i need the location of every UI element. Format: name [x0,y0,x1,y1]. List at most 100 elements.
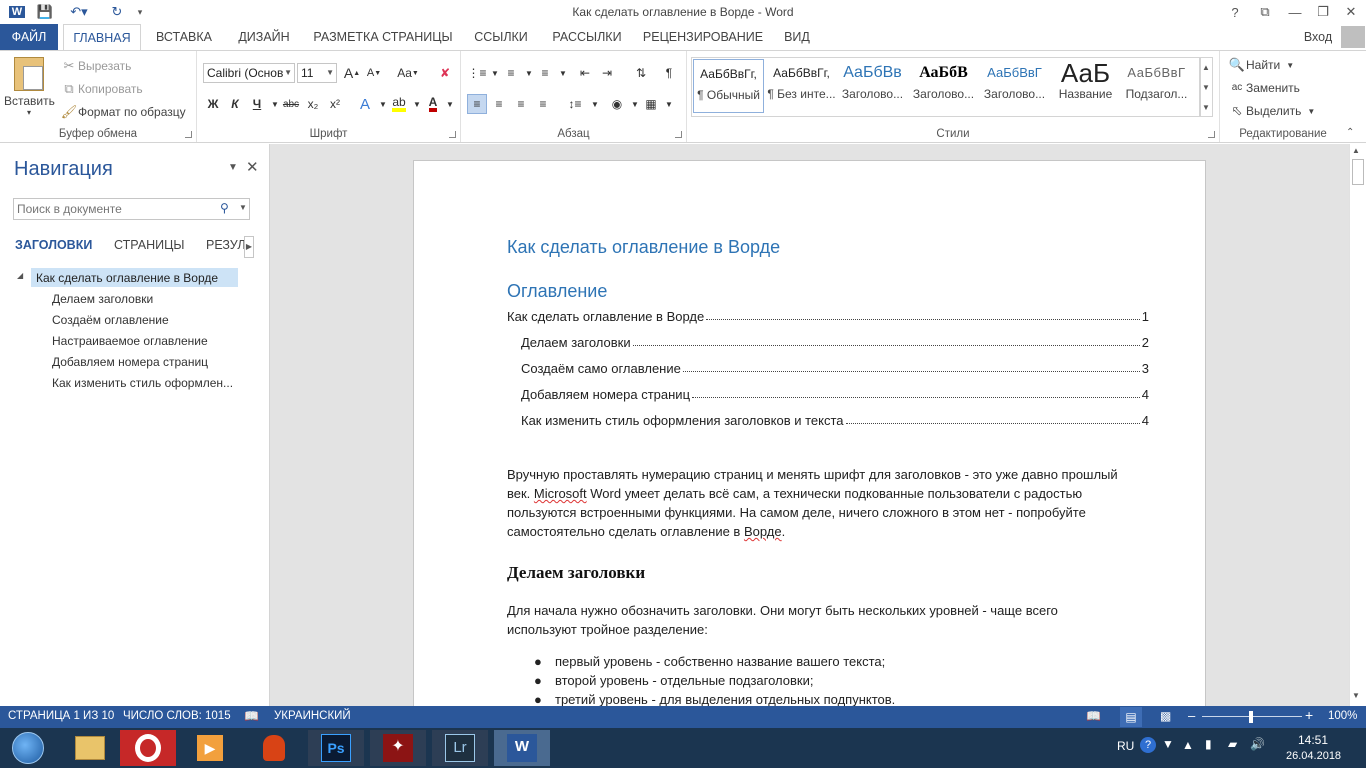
select-button[interactable]: ⬁ Выделить ▼ [1228,103,1316,119]
style-subtitle[interactable]: АаБбВвГ Подзагол... [1121,59,1192,113]
toc-entry[interactable]: Делаем заголовки 2 [521,332,1149,350]
nav-tabs-scroll-icon[interactable]: ▶ [244,236,254,258]
paragraph-dialog-launcher[interactable] [675,131,682,138]
clock-date[interactable]: 26.04.2018 [1286,750,1341,762]
font-size-combo[interactable]: 11 ▼ [297,63,337,83]
shrink-font-button[interactable]: A ▼ [364,63,384,83]
style-heading-2[interactable]: АаБбВ Заголово... [908,59,979,113]
borders-icon[interactable]: ▦ [641,94,661,114]
volume-icon[interactable]: 🔊 [1250,737,1265,751]
style-heading-1[interactable]: АаБбВв Заголово... [837,59,908,113]
network-icon[interactable]: ▮ [1205,737,1212,751]
opera-icon[interactable] [120,730,176,766]
bold-button[interactable]: Ж [203,94,223,114]
search-input[interactable] [14,199,212,219]
nav-heading-item[interactable]: Делаем заголовки [52,292,153,306]
change-case-button[interactable]: Aa ▼ [393,63,423,83]
style-no-spacing[interactable]: АаБбВвГг, ¶ Без инте... [766,59,837,113]
tab-references[interactable]: ССЫЛКИ [468,24,534,50]
print-layout-icon[interactable]: ▤ [1120,707,1142,727]
zoom-in-icon[interactable]: + [1305,707,1313,723]
language-indicator[interactable]: УКРАИНСКИЙ [274,710,351,722]
photoshop-icon[interactable]: Ps [308,730,364,766]
font-name-combo[interactable]: Calibri (Основ ▼ [203,63,295,83]
restore-icon[interactable]: ❐ [1308,0,1338,24]
replace-button[interactable]: ac Заменить [1228,80,1300,96]
tab-file[interactable]: ФАЙЛ [0,24,58,50]
toc-entry[interactable]: Создаём само оглавление 3 [521,358,1149,376]
styles-dialog-launcher[interactable] [1208,131,1215,138]
language-help-icon[interactable]: ? [1140,737,1156,753]
ribbon-display-options-icon[interactable]: ⧉ [1250,0,1280,24]
line-spacing-icon[interactable]: ↕≡ [565,94,585,114]
numbering-icon[interactable]: ≡ [501,63,521,83]
zoom-level[interactable]: 100% [1328,710,1357,722]
toc-entry[interactable]: Как изменить стиль оформления заголовков… [521,410,1149,428]
start-button[interactable] [0,730,56,766]
media-player-icon[interactable]: ▶ [182,730,238,766]
decrease-indent-icon[interactable]: ⇤ [575,63,595,83]
grow-font-button[interactable]: A ▲ [342,63,362,83]
borders-dropdown-icon[interactable]: ▼ [659,94,679,114]
superscript-button[interactable]: x² [325,94,345,114]
minimize-icon[interactable]: — [1280,0,1310,24]
text-effects-icon[interactable]: A [355,94,375,114]
nav-heading-item[interactable]: Настраиваемое оглавление [52,334,208,348]
word-count[interactable]: ЧИСЛО СЛОВ: 1015 [123,710,231,722]
tray-icons[interactable]: ▼ [1162,737,1174,751]
font-color-dropdown-icon[interactable]: ▼ [440,94,460,114]
format-painter-button[interactable]: 🖌 Формат по образцу [60,104,186,120]
tab-home[interactable]: ГЛАВНАЯ [63,24,141,51]
search-icon[interactable]: ⚲ [220,201,229,215]
close-window-icon[interactable]: ✕ [1336,0,1366,24]
zoom-slider-thumb[interactable] [1249,711,1253,723]
power-icon[interactable]: ▰ [1228,737,1237,751]
search-options-icon[interactable]: ▼ [239,203,247,212]
clock-time[interactable]: 14:51 [1298,733,1328,747]
collapse-triangle-icon[interactable]: ◢ [17,271,23,280]
paste-button[interactable]: Вставить ▾ [4,57,55,127]
increase-indent-icon[interactable]: ⇥ [597,63,617,83]
tab-view[interactable]: ВИД [776,24,818,50]
vertical-scrollbar[interactable]: ▲ ▼ [1349,144,1366,706]
nav-heading-root[interactable]: Как сделать оглавление в Ворде [31,268,238,287]
nav-heading-item[interactable]: Как изменить стиль оформлен... [52,376,233,390]
font-dialog-launcher[interactable] [449,131,456,138]
nav-options-icon[interactable]: ▼ [228,162,238,173]
style-title[interactable]: АаБ Название [1050,59,1121,113]
shading-icon[interactable]: ◉ [607,94,627,114]
highlight-icon[interactable]: ab [389,94,409,114]
bullets-icon[interactable]: ⋮≡ [467,63,487,83]
align-center-icon[interactable]: ≡ [489,94,509,114]
find-button[interactable]: 🔍 Найти ▼ [1228,57,1294,73]
styles-scroll[interactable]: ▲ ▼ ▼ [1199,57,1213,117]
joystick-icon[interactable] [246,730,302,766]
line-spacing-dropdown-icon[interactable]: ▼ [585,94,605,114]
multilevel-list-icon[interactable]: ≡ [535,63,555,83]
proofing-icon[interactable]: 📖 [244,709,259,723]
sort-icon[interactable]: ⇅ [631,63,651,83]
align-right-icon[interactable]: ≡ [511,94,531,114]
scroll-thumb[interactable] [1352,159,1364,185]
lightroom-icon[interactable]: Lr [432,730,488,766]
web-layout-icon[interactable]: ▩ [1160,709,1171,723]
subscript-button[interactable]: x₂ [303,94,323,114]
nav-heading-item[interactable]: Добавляем номера страниц [52,355,208,369]
align-left-icon[interactable]: ≡ [467,94,487,114]
help-button[interactable]: ? [1220,0,1250,24]
scroll-down-icon[interactable]: ▼ [1352,691,1360,700]
clear-formatting-icon[interactable]: ✘ [435,63,455,83]
tab-review[interactable]: РЕЦЕНЗИРОВАНИЕ [638,24,768,50]
tab-insert[interactable]: ВСТАВКА [150,24,218,50]
acrobat-icon[interactable]: ✦ [370,730,426,766]
toc-entry[interactable]: Как сделать оглавление в Ворде 1 [507,306,1149,324]
cut-button[interactable]: ✂ Вырезать [60,58,132,74]
italic-button[interactable]: К [225,94,245,114]
sign-in-link[interactable]: Вход [1300,24,1336,50]
read-mode-icon[interactable]: 📖 [1086,709,1101,723]
explorer-icon[interactable] [62,730,118,766]
copy-button[interactable]: ⧉ Копировать [60,81,142,97]
page-count[interactable]: СТРАНИЦА 1 ИЗ 10 [8,710,114,722]
toc-entry[interactable]: Добавляем номера страниц 4 [521,384,1149,402]
nav-search-box[interactable]: ⚲ ▼ [13,198,250,220]
